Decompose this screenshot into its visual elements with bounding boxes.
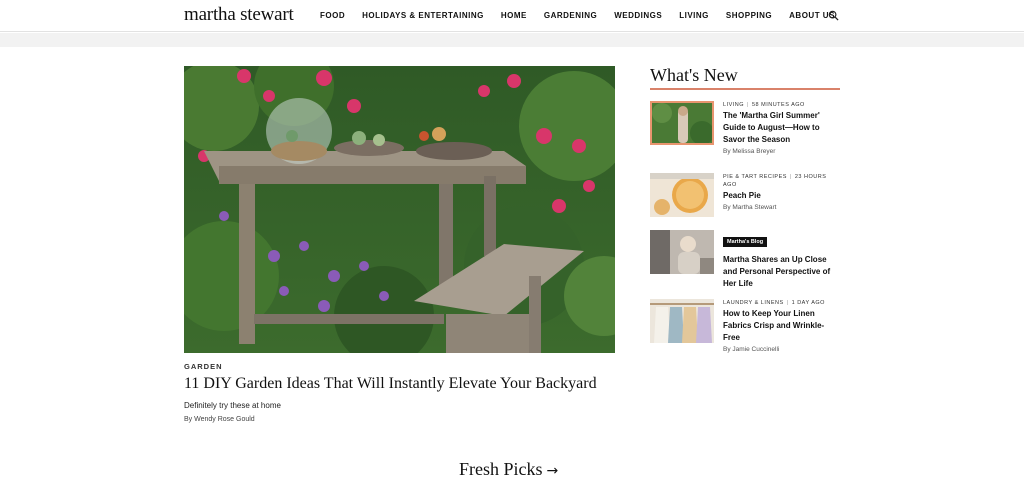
article-body: Martha's Blog Martha Shares an Up Close … (723, 230, 840, 290)
article-meta: PIE & TART RECIPES | 23 HOURS AGO (723, 174, 827, 188)
article-byline: By Jamie Cuccinelli (723, 346, 780, 353)
article-body: PIE & TART RECIPES | 23 HOURS AGO Peach Pi… (723, 173, 840, 211)
article-time: 58 MINUTES AGO (751, 102, 805, 108)
article-headline[interactable]: How to Keep Your Linen Fabrics Crisp and… (723, 308, 840, 344)
nav-weddings[interactable]: WEDDINGS (614, 11, 662, 20)
article-thumbnail[interactable] (650, 299, 714, 343)
article-meta: LAUNDRY & LINENS | 1 DAY AGO (723, 300, 825, 306)
fresh-picks-link[interactable]: Fresh Picks → (459, 459, 558, 480)
nav-holidays-entertaining[interactable]: HOLIDAYS & ENTERTAINING (362, 11, 484, 20)
hero-dek: Definitely try these at home (184, 401, 281, 410)
search-icon[interactable] (828, 10, 839, 21)
site-logo[interactable]: martha stewart (184, 4, 294, 26)
article-headline[interactable]: Peach Pie (723, 190, 840, 202)
article-byline: By Martha Stewart (723, 204, 777, 211)
article-body: LAUNDRY & LINENS | 1 DAY AGO How to Keep Y… (723, 299, 840, 353)
article-thumbnail[interactable] (650, 230, 714, 274)
article-headline[interactable]: Martha Shares an Up Close and Personal P… (723, 254, 840, 290)
hero-title[interactable]: 11 DIY Garden Ideas That Will Instantly … (184, 375, 597, 393)
list-item[interactable]: LAUNDRY & LINENS | 1 DAY AGO How to Keep Y… (650, 299, 840, 361)
article-category[interactable]: LAUNDRY & LINENS (723, 300, 784, 306)
article-headline[interactable]: The 'Martha Girl Summer' Guide to August… (723, 110, 840, 146)
list-item[interactable]: Martha's Blog Martha Shares an Up Close … (650, 230, 840, 290)
site-header: martha stewart FOOD HOLIDAYS & ENTERTAIN… (0, 0, 1024, 32)
article-meta: LIVING | 58 MINUTES AGO (723, 102, 805, 108)
article-body: LIVING | 58 MINUTES AGO The 'Martha Girl S… (723, 101, 840, 155)
hero-image[interactable] (184, 66, 615, 353)
article-thumbnail[interactable] (650, 173, 714, 217)
nav-shopping[interactable]: SHOPPING (726, 11, 772, 20)
article-badge[interactable]: Martha's Blog (723, 237, 768, 247)
list-item[interactable]: PIE & TART RECIPES | 23 HOURS AGO Peach Pi… (650, 173, 840, 219)
article-badge-wrap: Martha's Blog (723, 230, 840, 248)
main-nav: FOOD HOLIDAYS & ENTERTAINING HOME GARDEN… (320, 11, 852, 20)
header-band (0, 33, 1024, 47)
nav-home[interactable]: HOME (501, 11, 527, 20)
article-category[interactable]: PIE & TART RECIPES (723, 174, 787, 180)
hero-byline: By Wendy Rose Gould (184, 416, 255, 423)
nav-food[interactable]: FOOD (320, 11, 345, 20)
nav-living[interactable]: LIVING (679, 11, 709, 20)
fresh-picks-label: Fresh Picks (459, 459, 543, 479)
article-time: 1 DAY AGO (791, 300, 825, 306)
article-thumbnail[interactable] (650, 101, 714, 145)
list-item[interactable]: LIVING | 58 MINUTES AGO The 'Martha Girl S… (650, 101, 840, 161)
whats-new-heading: What's New (650, 65, 738, 85)
nav-gardening[interactable]: GARDENING (544, 11, 597, 20)
whats-new-rule (650, 88, 840, 90)
article-byline: By Melissa Breyer (723, 148, 776, 155)
hero-category[interactable]: GARDEN (184, 362, 223, 371)
arrow-right-icon: → (546, 463, 559, 479)
article-category[interactable]: LIVING (723, 102, 744, 108)
